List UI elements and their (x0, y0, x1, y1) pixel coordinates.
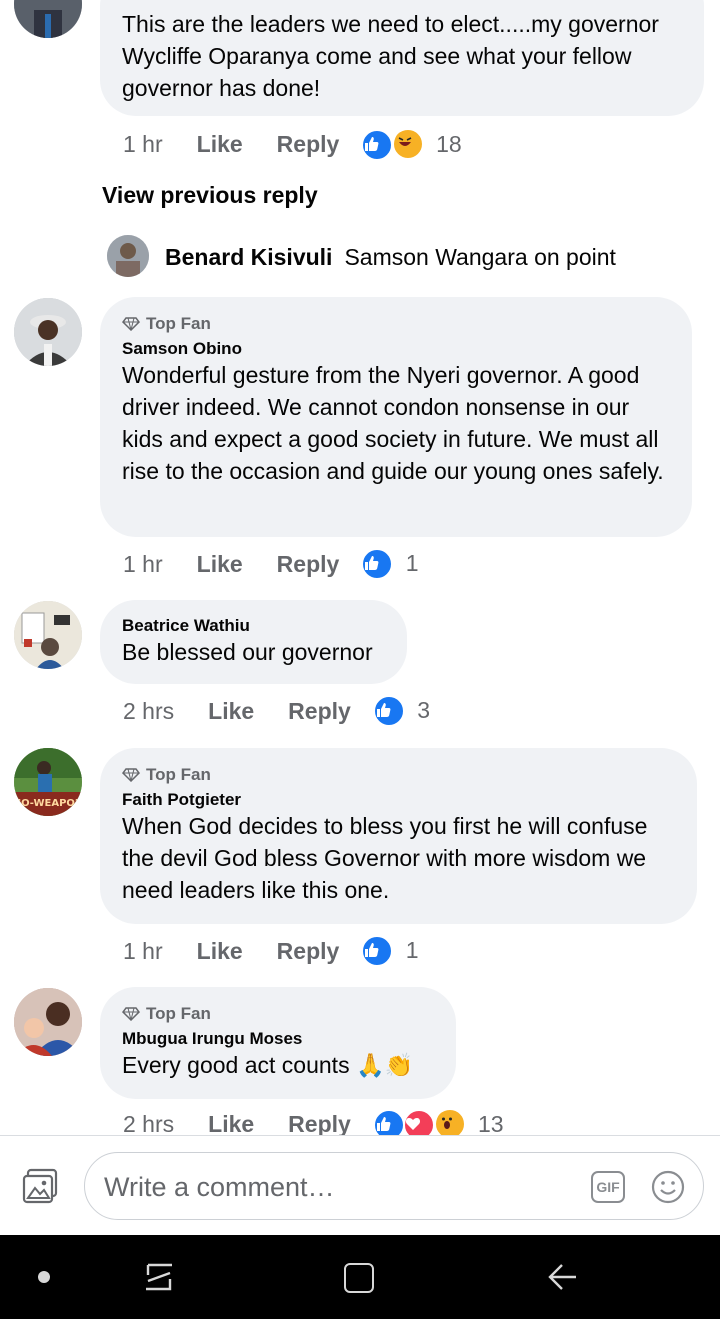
comment-author[interactable]: Mbugua Irungu Moses (122, 1029, 434, 1049)
comment-actions: 2 hrs Like Reply 3 (123, 695, 430, 727)
reply-preview[interactable]: Benard Kisivuli Samson Wangara on point (165, 244, 616, 271)
avatar[interactable] (14, 988, 82, 1056)
like-button[interactable]: Like (197, 131, 243, 158)
reactions-summary[interactable]: 13 (372, 1108, 504, 1135)
like-button[interactable]: Like (208, 698, 254, 725)
recents-nav-icon[interactable] (142, 1261, 176, 1298)
top-fan-label: Top Fan (146, 1004, 211, 1023)
top-fan-label: Top Fan (146, 765, 211, 784)
avatar[interactable] (14, 298, 82, 366)
reply-button[interactable]: Reply (288, 698, 351, 725)
like-reaction-icon (372, 1109, 405, 1135)
comment-text: Be blessed our governor (122, 639, 373, 665)
view-previous-reply-link[interactable]: View previous reply (102, 182, 318, 209)
top-fan-diamond-icon (122, 317, 140, 331)
top-fan-diamond-icon (122, 1007, 140, 1021)
reaction-count: 1 (405, 937, 419, 963)
avatar-text: NO-WEAPON (14, 798, 82, 809)
top-fan-diamond-icon (122, 768, 140, 782)
reply-button[interactable]: Reply (277, 551, 340, 578)
avatar[interactable] (14, 601, 82, 669)
gif-label: GIF (596, 1179, 620, 1195)
like-button[interactable]: Like (197, 938, 243, 965)
reactions-summary[interactable]: 3 (372, 695, 430, 727)
love-reaction-icon (403, 1109, 436, 1135)
reaction-count: 1 (405, 550, 419, 576)
comment-text: When God decides to bless you first he w… (122, 813, 648, 903)
reply-button[interactable]: Reply (277, 938, 340, 965)
reaction-count: 13 (477, 1111, 504, 1135)
comment-composer: Write a comment… GIF (0, 1135, 720, 1236)
comment-bubble: Beatrice Wathiu Be blessed our governor (100, 600, 407, 684)
reply-text: Samson Wangara on point (344, 244, 616, 270)
comment-bubble: Top Fan Samson Obino Wonderful gesture f… (100, 297, 692, 537)
comment-bubble: This are the leaders we need to elect...… (100, 0, 704, 116)
top-fan-label: Top Fan (146, 314, 211, 333)
reaction-count: 18 (436, 131, 462, 157)
comment-text: This are the leaders we need to elect...… (122, 11, 659, 101)
gif-icon[interactable]: GIF (591, 1171, 625, 1203)
reactions-summary[interactable]: 18 (361, 128, 462, 161)
like-reaction-icon (372, 695, 405, 727)
reactions-summary[interactable]: 1 (361, 935, 419, 967)
comment-bubble: Top Fan Mbugua Irungu Moses Every good a… (100, 987, 456, 1099)
comment-actions: 1 hr Like Reply 18 (123, 128, 462, 161)
comment-author[interactable]: Samson Obino (122, 339, 670, 359)
comment-time: 2 hrs (123, 697, 175, 724)
reactions-summary[interactable]: 1 (361, 548, 419, 580)
like-reaction-icon (361, 129, 394, 161)
nav-dot-icon[interactable] (38, 1271, 50, 1283)
comment-text: Every good act counts 🙏👏 (122, 1052, 414, 1078)
reaction-count: 3 (417, 697, 430, 723)
photo-icon[interactable] (22, 1168, 60, 1204)
comment-time: 2 hrs (123, 1111, 175, 1135)
reply-button[interactable]: Reply (277, 131, 340, 158)
comment-actions: 2 hrs Like Reply 13 (123, 1108, 504, 1135)
reply-author[interactable]: Benard Kisivuli (165, 244, 332, 271)
like-button[interactable]: Like (197, 551, 243, 578)
comment-time: 1 hr (123, 550, 163, 577)
like-reaction-icon (361, 548, 394, 580)
comment-actions: 1 hr Like Reply 1 (123, 548, 419, 580)
reply-button[interactable]: Reply (288, 1111, 351, 1135)
comment-author[interactable]: Faith Potgieter (122, 790, 675, 810)
home-nav-icon[interactable] (344, 1263, 374, 1293)
avatar[interactable] (107, 235, 149, 277)
comment-input[interactable]: Write a comment… GIF (84, 1152, 704, 1220)
comment-time: 1 hr (123, 131, 163, 157)
system-navigation-bar (0, 1235, 720, 1319)
like-button[interactable]: Like (208, 1111, 254, 1135)
comment-actions: 1 hr Like Reply 1 (123, 935, 419, 967)
avatar[interactable] (14, 0, 82, 38)
comment-time: 1 hr (123, 937, 163, 964)
top-fan-badge: Top Fan (122, 764, 675, 786)
like-reaction-icon (361, 935, 394, 967)
emoji-icon[interactable] (651, 1170, 685, 1204)
top-fan-badge: Top Fan (122, 313, 670, 335)
comment-input-placeholder: Write a comment… (104, 1172, 335, 1202)
comment-bubble: Top Fan Faith Potgieter When God decides… (100, 748, 697, 924)
haha-reaction-icon (391, 128, 424, 160)
back-nav-icon[interactable] (546, 1261, 578, 1298)
top-fan-badge: Top Fan (122, 1003, 434, 1025)
comment-author[interactable]: Beatrice Wathiu (122, 616, 385, 636)
avatar[interactable]: NO-WEAPON (14, 748, 82, 816)
wow-reaction-icon (433, 1108, 466, 1135)
comment-text: Wonderful gesture from the Nyeri governo… (122, 362, 664, 484)
